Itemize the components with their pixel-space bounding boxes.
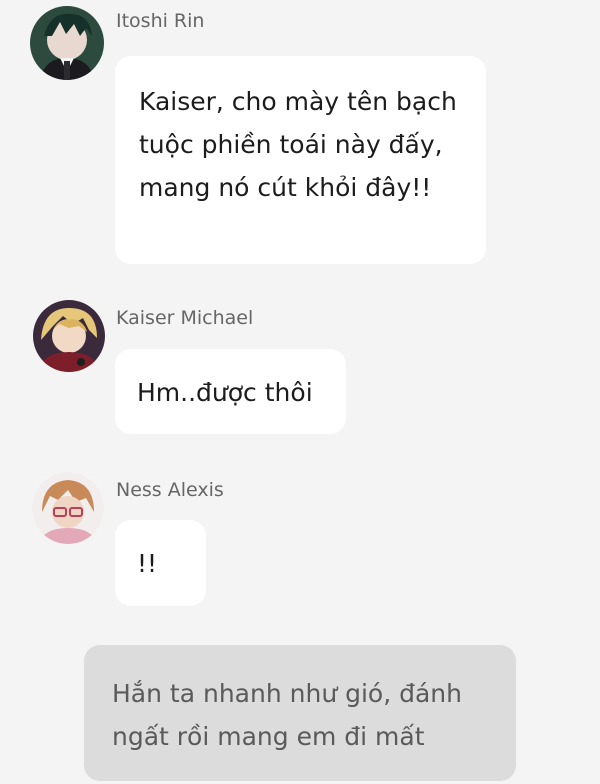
message-text: Kaiser, cho mày tên bạch tuộc phiền toái… — [139, 87, 457, 202]
narration-text: Hắn ta nhanh như gió, đánh ngất rồi mang… — [112, 679, 462, 751]
kaiser-michael-avatar-icon[interactable] — [33, 300, 105, 372]
sender-name: Kaiser Michael — [116, 307, 254, 329]
chat-thread: Itoshi Rin Kaiser, cho mày tên bạch tuộc… — [0, 0, 600, 784]
narration-bubble: Hắn ta nhanh như gió, đánh ngất rồi mang… — [84, 645, 516, 781]
ness-alexis-avatar-icon[interactable] — [32, 472, 104, 544]
message-text: !! — [137, 549, 158, 578]
sender-name: Ness Alexis — [116, 479, 224, 501]
message-text: Hm..được thôi — [137, 378, 313, 407]
message-bubble: Hm..được thôi — [115, 349, 346, 434]
message-bubble: Kaiser, cho mày tên bạch tuộc phiền toái… — [115, 56, 486, 264]
message-bubble: !! — [115, 520, 206, 606]
sender-name: Itoshi Rin — [116, 10, 205, 32]
itoshi-rin-avatar-icon[interactable] — [30, 6, 104, 80]
